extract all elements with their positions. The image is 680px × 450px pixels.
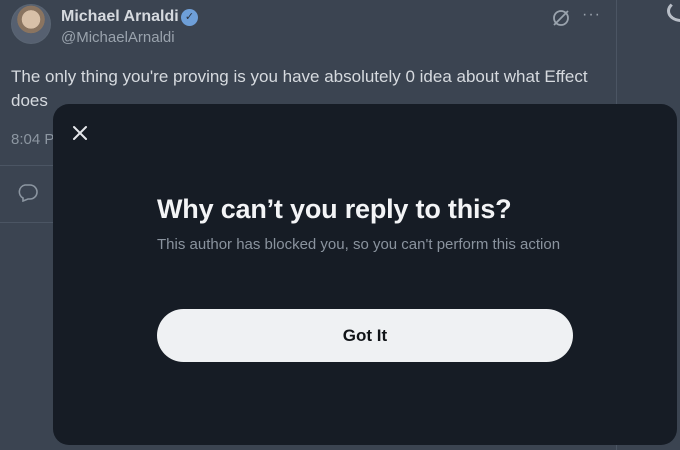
- reply-icon[interactable]: [18, 184, 38, 202]
- dialog-title: Why can’t you reply to this?: [157, 194, 512, 224]
- verified-badge-icon: ✓: [181, 9, 198, 26]
- got-it-button[interactable]: Got It: [157, 309, 573, 362]
- more-icon[interactable]: ···: [582, 6, 601, 24]
- avatar[interactable]: [11, 4, 51, 44]
- author-handle[interactable]: @MichaelArnaldi: [61, 29, 175, 46]
- grok-icon[interactable]: [551, 8, 571, 28]
- screen: Michael Arnaldi ✓ @MichaelArnaldi ··· Th…: [0, 0, 680, 450]
- close-button[interactable]: [67, 120, 93, 146]
- tweet-timestamp[interactable]: 8:04 P: [11, 131, 54, 148]
- reply-restricted-dialog: Why can’t you reply to this? This author…: [53, 104, 677, 445]
- rail-avatar-icon[interactable]: [667, 0, 680, 22]
- close-icon: [73, 126, 87, 140]
- author-name[interactable]: Michael Arnaldi: [61, 8, 179, 26]
- dialog-message: This author has blocked you, so you can'…: [157, 236, 561, 253]
